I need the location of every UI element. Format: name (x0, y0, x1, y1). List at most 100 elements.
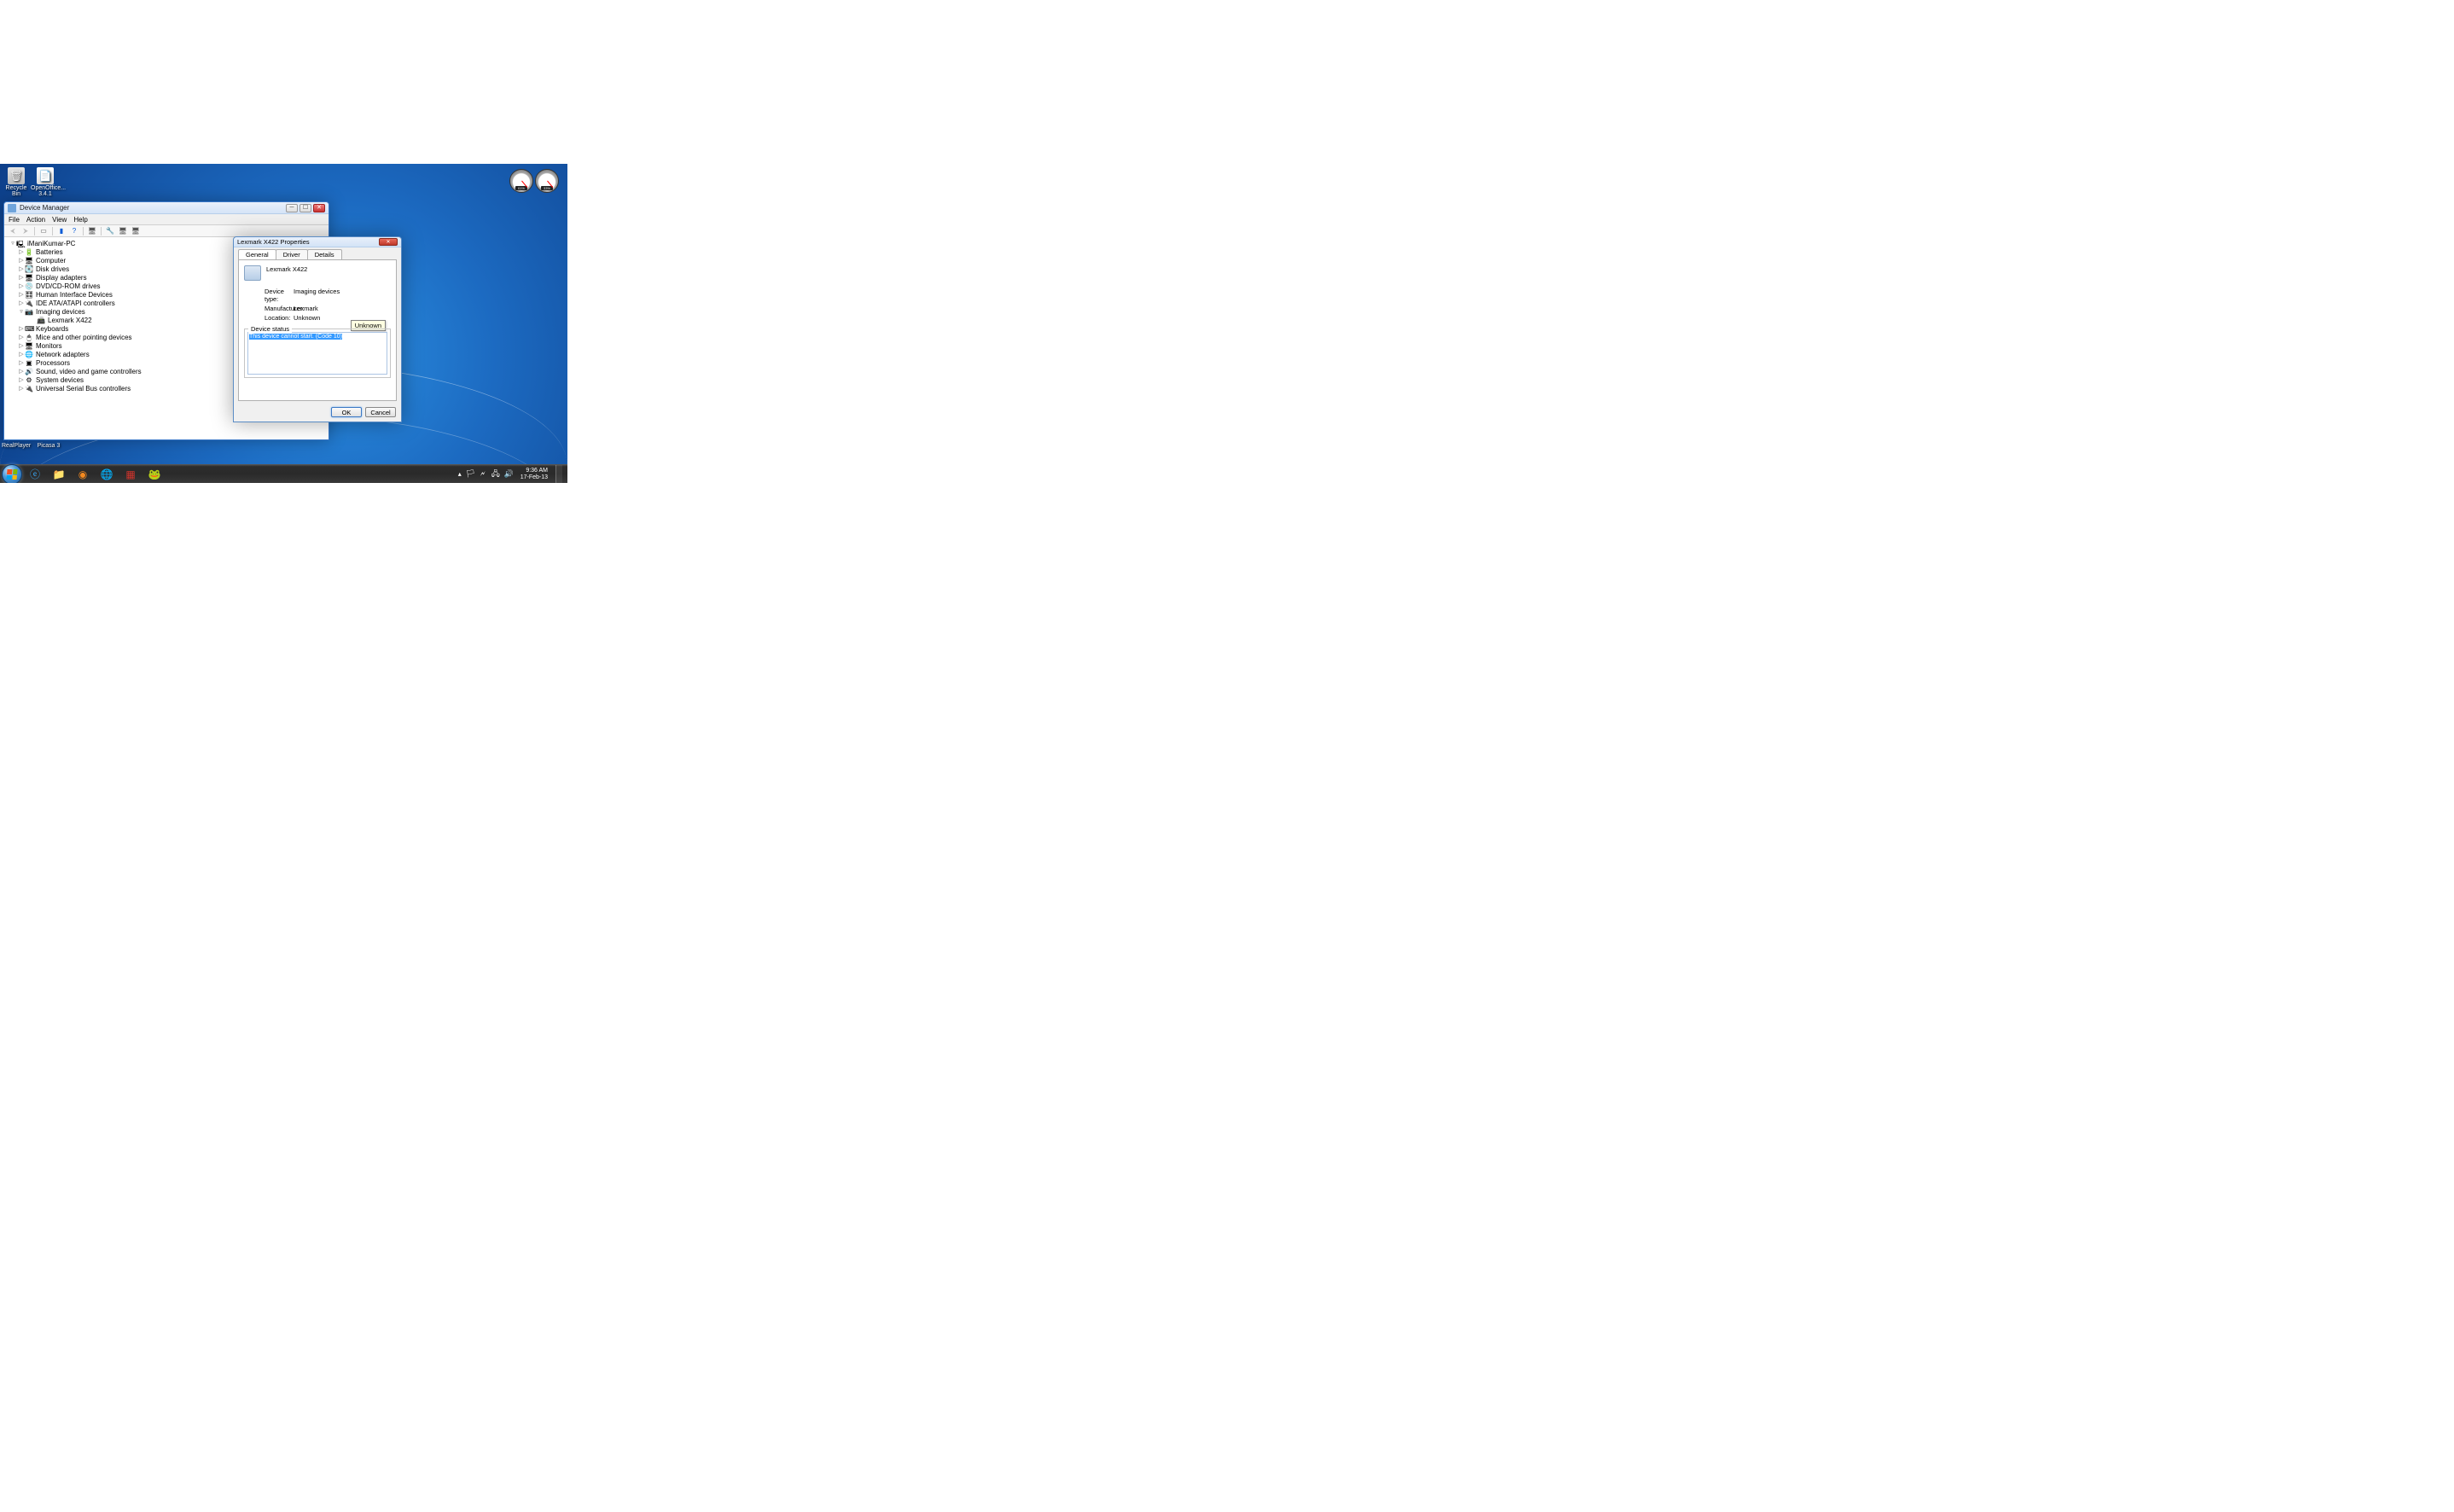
tree-node-label: Sound, video and game controllers (36, 368, 142, 375)
clock-time: 9:36 AM (520, 468, 548, 474)
expand-arrow-icon[interactable]: ▷ (18, 274, 25, 281)
disable-button[interactable]: 🖥 (130, 226, 142, 236)
value-device-type: Imaging devices (294, 288, 340, 303)
tab-details[interactable]: Details (307, 249, 342, 259)
tab-panel-general: Lexmark X422 Device type: Imaging device… (238, 259, 397, 401)
taskbar-ie[interactable]: ⓔ (24, 467, 46, 482)
tab-general[interactable]: General (238, 249, 276, 259)
menu-help[interactable]: Help (73, 216, 87, 224)
expand-arrow-icon[interactable]: ▷ (18, 291, 25, 298)
desktop-icon-realplayer[interactable]: RealPlayer (2, 443, 31, 449)
network-icon[interactable]: 🖧 (491, 468, 500, 481)
taskbar-media-player[interactable]: ◉ (72, 467, 94, 482)
taskbar-explorer[interactable]: 📁 (48, 467, 70, 482)
desktop-icon-picasa[interactable]: Picasa 3 (34, 443, 63, 449)
volume-icon[interactable]: 🔊 (504, 469, 513, 479)
category-icon: 🌐 (25, 351, 33, 358)
device-status-text: This device cannot start. (Code 10) (249, 334, 342, 340)
desktop-icon-label: RealPlayer (2, 443, 31, 449)
device-name: Lexmark X422 (266, 265, 307, 281)
desktop-icon-openoffice[interactable]: 📄 OpenOffice... 3.4.1 (31, 167, 60, 197)
window-title: Device Manager (20, 204, 69, 212)
tab-strip: General Driver Details (234, 247, 401, 259)
desktop-icon-label: OpenOffice... 3.4.1 (31, 185, 60, 197)
tree-node-label: Universal Serial Bus controllers (36, 385, 131, 393)
expand-arrow-icon[interactable]: ▷ (18, 376, 25, 383)
menu-view[interactable]: View (52, 216, 67, 224)
tab-driver[interactable]: Driver (276, 249, 308, 259)
ie-icon: ⓔ (30, 467, 40, 481)
power-icon[interactable]: 🗲 (479, 469, 487, 479)
tree-node-label: Monitors (36, 342, 62, 350)
device-properties-dialog[interactable]: Lexmark X422 Properties ✕ General Driver… (233, 236, 402, 422)
menu-file[interactable]: File (9, 216, 20, 224)
tree-node-label: Keyboards (36, 325, 68, 333)
window-titlebar[interactable]: Device Manager ─ ☐ ✕ (4, 202, 329, 214)
expand-arrow-icon[interactable]: ▷ (18, 334, 25, 340)
devmgr-app-icon (8, 204, 16, 212)
value-location: Unknown (294, 314, 320, 322)
expand-arrow-icon[interactable]: ▷ (18, 299, 25, 306)
uninstall-button[interactable]: 🖥 (117, 226, 129, 236)
label-manufacturer: Manufacturer: (244, 305, 294, 312)
category-icon: 📷 (25, 308, 33, 315)
close-button[interactable]: ✕ (313, 204, 325, 212)
close-button[interactable]: ✕ (379, 238, 398, 246)
taskbar-download-manager[interactable]: 🐸 (143, 467, 166, 482)
ok-button[interactable]: OK (331, 407, 362, 417)
category-icon: 🔌 (25, 385, 33, 392)
menubar: File Action View Help (4, 214, 329, 225)
taskbar-app-red[interactable]: ▦ (119, 467, 142, 482)
action-center-icon[interactable]: 🏳 (466, 469, 474, 479)
expand-arrow-icon[interactable]: ▷ (18, 368, 25, 375)
chrome-icon: 🌐 (101, 468, 113, 480)
windows-logo-icon (6, 469, 17, 480)
expand-arrow-icon[interactable]: ▷ (18, 385, 25, 392)
cancel-button[interactable]: Cancel (365, 407, 396, 417)
taskbar-chrome[interactable]: 🌐 (96, 467, 118, 482)
tree-node-label: Lexmark X422 (48, 317, 92, 324)
desktop-icon-recycle-bin[interactable]: 🗑 Recycle Bin (2, 167, 31, 197)
help-button[interactable]: ? (68, 226, 80, 236)
desktop[interactable]: 🗑 Recycle Bin 📄 OpenOffice... 3.4.1 Real… (0, 164, 567, 483)
menu-action[interactable]: Action (26, 216, 45, 224)
collapse-arrow-icon[interactable]: ▿ (9, 240, 16, 247)
update-driver-button[interactable]: 🔧 (104, 226, 116, 236)
taskbar[interactable]: ⓔ 📁 ◉ 🌐 ▦ 🐸 ▴ 🏳 🗲 🖧 🔊 9:36 AM 17-Feb-13 (0, 464, 567, 483)
start-button[interactable] (2, 464, 22, 484)
maximize-button[interactable]: ☐ (299, 204, 311, 212)
expand-arrow-icon[interactable]: ▷ (18, 351, 25, 358)
device-scanner-icon (244, 265, 261, 281)
properties-button[interactable]: ▮ (55, 226, 67, 236)
cpu-gadget[interactable]: 01% 33% (509, 169, 561, 195)
desktop-icon-label: Picasa 3 (34, 443, 63, 449)
expand-arrow-icon[interactable]: ▷ (18, 248, 25, 255)
device-status-legend: Device status (248, 325, 292, 333)
taskbar-clock[interactable]: 9:36 AM 17-Feb-13 (520, 468, 548, 481)
forward-button[interactable]: ⮞ (20, 226, 32, 236)
expand-arrow-icon[interactable]: ▷ (18, 265, 25, 272)
device-icon: 📠 (37, 317, 45, 323)
tree-node-label: Mice and other pointing devices (36, 334, 132, 341)
expand-arrow-icon[interactable]: ▷ (18, 342, 25, 349)
scan-hardware-button[interactable]: 🖥 (86, 226, 98, 236)
tray-overflow-chevron-icon[interactable]: ▴ (458, 470, 462, 478)
expand-arrow-icon[interactable]: ▷ (18, 282, 25, 289)
show-desktop-button[interactable] (555, 465, 562, 484)
show-hide-tree-button[interactable]: ▭ (38, 226, 49, 236)
ram-meter-icon: 33% (535, 169, 559, 193)
expand-arrow-icon[interactable]: ▷ (18, 359, 25, 366)
back-button[interactable]: ⮜ (7, 226, 19, 236)
expand-arrow-icon[interactable]: ▷ (18, 325, 25, 332)
dialog-titlebar[interactable]: Lexmark X422 Properties ✕ (234, 237, 401, 247)
separator (52, 227, 53, 236)
cpu-meter-icon: 01% (509, 169, 533, 193)
expand-arrow-icon[interactable]: ▿ (18, 308, 25, 315)
separator (83, 227, 84, 236)
category-icon: 🖱 (25, 334, 33, 340)
system-tray[interactable]: ▴ 🏳 🗲 🖧 🔊 9:36 AM 17-Feb-13 (458, 465, 567, 484)
device-status-textbox[interactable]: This device cannot start. (Code 10) (247, 332, 387, 375)
wmp-icon: ◉ (79, 468, 87, 480)
minimize-button[interactable]: ─ (286, 204, 298, 212)
expand-arrow-icon[interactable]: ▷ (18, 257, 25, 264)
